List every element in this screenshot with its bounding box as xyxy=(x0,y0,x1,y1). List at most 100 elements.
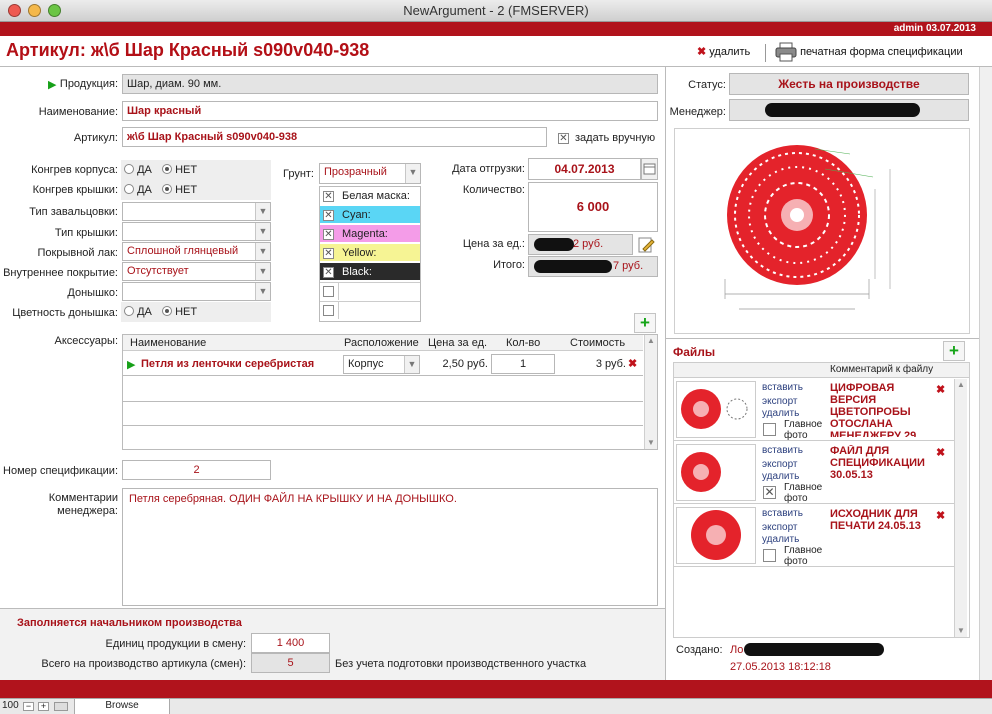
rolling-select[interactable]: ▼ xyxy=(122,202,271,221)
accessory-price: 2,50 руб. xyxy=(442,358,488,370)
main-product-image[interactable] xyxy=(674,128,970,334)
main-photo-checkbox[interactable]: ✕ xyxy=(763,486,776,499)
add-file-button[interactable]: + xyxy=(943,341,965,361)
chevron-down-icon: ▼ xyxy=(255,283,270,300)
calendar-icon[interactable] xyxy=(641,158,658,180)
bottom-label: Донышко: xyxy=(67,287,118,299)
congreve-lid-yes[interactable]: ДА xyxy=(124,184,152,196)
color-row-4: Black: xyxy=(320,263,420,281)
zoom-out-icon[interactable]: − xyxy=(23,702,34,711)
file-insert-link[interactable]: вставить xyxy=(762,444,803,457)
congreve-body-label: Конгрев корпуса: xyxy=(31,164,118,176)
accessory-place-select[interactable]: Корпус ▼ xyxy=(343,355,420,374)
color-checkbox-2[interactable]: ✕ xyxy=(323,229,334,240)
file-insert-link[interactable]: вставить xyxy=(762,381,803,394)
accessory-cost: 3 руб. xyxy=(595,358,626,370)
remove-file-icon[interactable]: ✖ xyxy=(936,509,945,522)
manager-label: Менеджер: xyxy=(669,106,726,118)
divider xyxy=(665,67,666,680)
redaction-bar xyxy=(534,238,574,251)
bottom-color-no[interactable]: НЕТ xyxy=(162,306,197,318)
article-field[interactable]: ж\б Шар Красный s090v040-938 xyxy=(122,127,547,147)
per-shift-label: Единиц продукции в смену: xyxy=(105,638,246,650)
files-title: Файлы xyxy=(673,345,716,359)
total-label: Итого: xyxy=(493,259,525,271)
zoom-in-icon[interactable]: + xyxy=(38,702,49,711)
file-thumbnail[interactable] xyxy=(676,507,756,564)
redaction-bar xyxy=(534,260,612,273)
varnish-label: Покрывной лак: xyxy=(37,247,118,259)
col-place: Расположение xyxy=(344,337,419,349)
congreve-lid-label: Конгрев крышки: xyxy=(32,184,118,196)
inner-coating-select[interactable]: Отсутствует ▼ xyxy=(122,262,271,281)
files-scrollbar[interactable]: ▲ ▼ xyxy=(954,379,967,637)
scroll-down-icon[interactable]: ▼ xyxy=(955,625,967,637)
print-spec-button[interactable]: печатная форма спецификации xyxy=(775,42,963,62)
window-scrollbar[interactable] xyxy=(979,67,992,680)
accessory-qty-field[interactable]: 1 xyxy=(491,354,555,374)
color-checkbox-0[interactable]: ✕ xyxy=(323,191,334,202)
manual-checkbox[interactable]: ✕ xyxy=(558,133,569,144)
close-window-button[interactable] xyxy=(8,4,21,17)
delete-button[interactable]: ✖ удалить xyxy=(697,45,750,58)
main-photo-label: Главное фото xyxy=(784,419,823,441)
color-checkbox-4[interactable]: ✕ xyxy=(323,267,334,278)
color-checkbox-empty[interactable] xyxy=(323,305,334,316)
varnish-select[interactable]: Сплошной глянцевый ▼ xyxy=(122,242,271,261)
plus-icon: + xyxy=(949,341,959,360)
product-label: Продукция: xyxy=(59,78,118,90)
divider xyxy=(0,66,992,67)
redaction-bar xyxy=(765,103,920,117)
chevron-down-icon: ▼ xyxy=(404,356,419,373)
name-field[interactable]: Шар красный xyxy=(122,101,658,121)
remove-accessory-icon[interactable]: ✖ xyxy=(628,357,637,370)
color-checkbox-3[interactable]: ✕ xyxy=(323,248,334,259)
color-checkbox-empty[interactable] xyxy=(323,286,334,297)
col-qty: Кол-во xyxy=(506,337,541,349)
congreve-body-yes[interactable]: ДА xyxy=(124,164,152,176)
comments-textarea[interactable]: Петля серебряная. ОДИН ФАЙЛ НА КРЫШКУ И … xyxy=(122,488,658,606)
scroll-up-icon[interactable]: ▲ xyxy=(645,335,657,347)
toggle-toolbar-icon[interactable] xyxy=(54,702,68,711)
file-insert-link[interactable]: вставить xyxy=(762,507,803,520)
ship-date-field[interactable]: 04.07.2013 xyxy=(528,158,641,180)
qty-field[interactable]: 6 000 xyxy=(528,182,658,232)
bottom-color-yes[interactable]: ДА xyxy=(124,306,152,318)
spec-field[interactable]: 2 xyxy=(122,460,271,480)
zoom-window-button[interactable] xyxy=(48,4,61,17)
status-field[interactable]: Жесть на производстве xyxy=(729,73,969,95)
minimize-window-button[interactable] xyxy=(28,4,41,17)
bottom-select[interactable]: ▼ xyxy=(122,282,271,301)
remove-file-icon[interactable]: ✖ xyxy=(936,446,945,459)
total-shifts-field[interactable]: 5 xyxy=(251,653,330,673)
lid-type-select[interactable]: ▼ xyxy=(122,222,271,241)
congreve-body-no[interactable]: НЕТ xyxy=(162,164,197,176)
created-author-prefix: Ло xyxy=(730,644,744,656)
main-photo-checkbox[interactable] xyxy=(763,423,776,436)
file-comment[interactable]: ФАЙЛ ДЛЯ СПЕЦИФИКАЦИИ 30.05.13 xyxy=(830,445,934,500)
congreve-lid-no[interactable]: НЕТ xyxy=(162,184,197,196)
mode-selector[interactable]: Browse xyxy=(74,699,170,714)
main-photo-checkbox[interactable] xyxy=(763,549,776,562)
manual-label: задать вручную xyxy=(575,132,656,144)
primer-select[interactable]: Прозрачный ▼ xyxy=(319,163,421,184)
file-comment[interactable]: ЦИФРОВАЯ ВЕРСИЯ ЦВЕТОПРОБЫ ОТОСЛАНА МЕНЕ… xyxy=(830,382,934,437)
product-field[interactable]: Шар, диам. 90 мм. xyxy=(122,74,658,94)
file-comment[interactable]: ИСХОДНИК ДЛЯ ПЕЧАТИ 24.05.13 xyxy=(830,508,934,563)
edit-icon[interactable] xyxy=(636,235,658,255)
ship-date-label: Дата отгрузки: xyxy=(452,163,525,175)
unit-price-value: 2 руб. xyxy=(573,238,604,250)
zoom-level: 100 xyxy=(2,700,19,711)
file-thumbnail[interactable] xyxy=(676,381,756,438)
file-thumbnail[interactable] xyxy=(676,444,756,501)
accessories-scrollbar[interactable]: ▲ ▼ xyxy=(644,335,657,449)
comments-label: Комментарии менеджера: xyxy=(48,492,118,517)
col-price: Цена за ед. xyxy=(428,337,488,349)
remove-file-icon[interactable]: ✖ xyxy=(936,383,945,396)
inner-coating-label: Внутреннее покрытие: xyxy=(3,267,118,279)
add-accessory-button[interactable]: + xyxy=(634,313,656,333)
scroll-down-icon[interactable]: ▼ xyxy=(645,437,657,449)
color-checkbox-1[interactable]: ✕ xyxy=(323,210,334,221)
scroll-up-icon[interactable]: ▲ xyxy=(955,379,967,391)
per-shift-field[interactable]: 1 400 xyxy=(251,633,330,653)
